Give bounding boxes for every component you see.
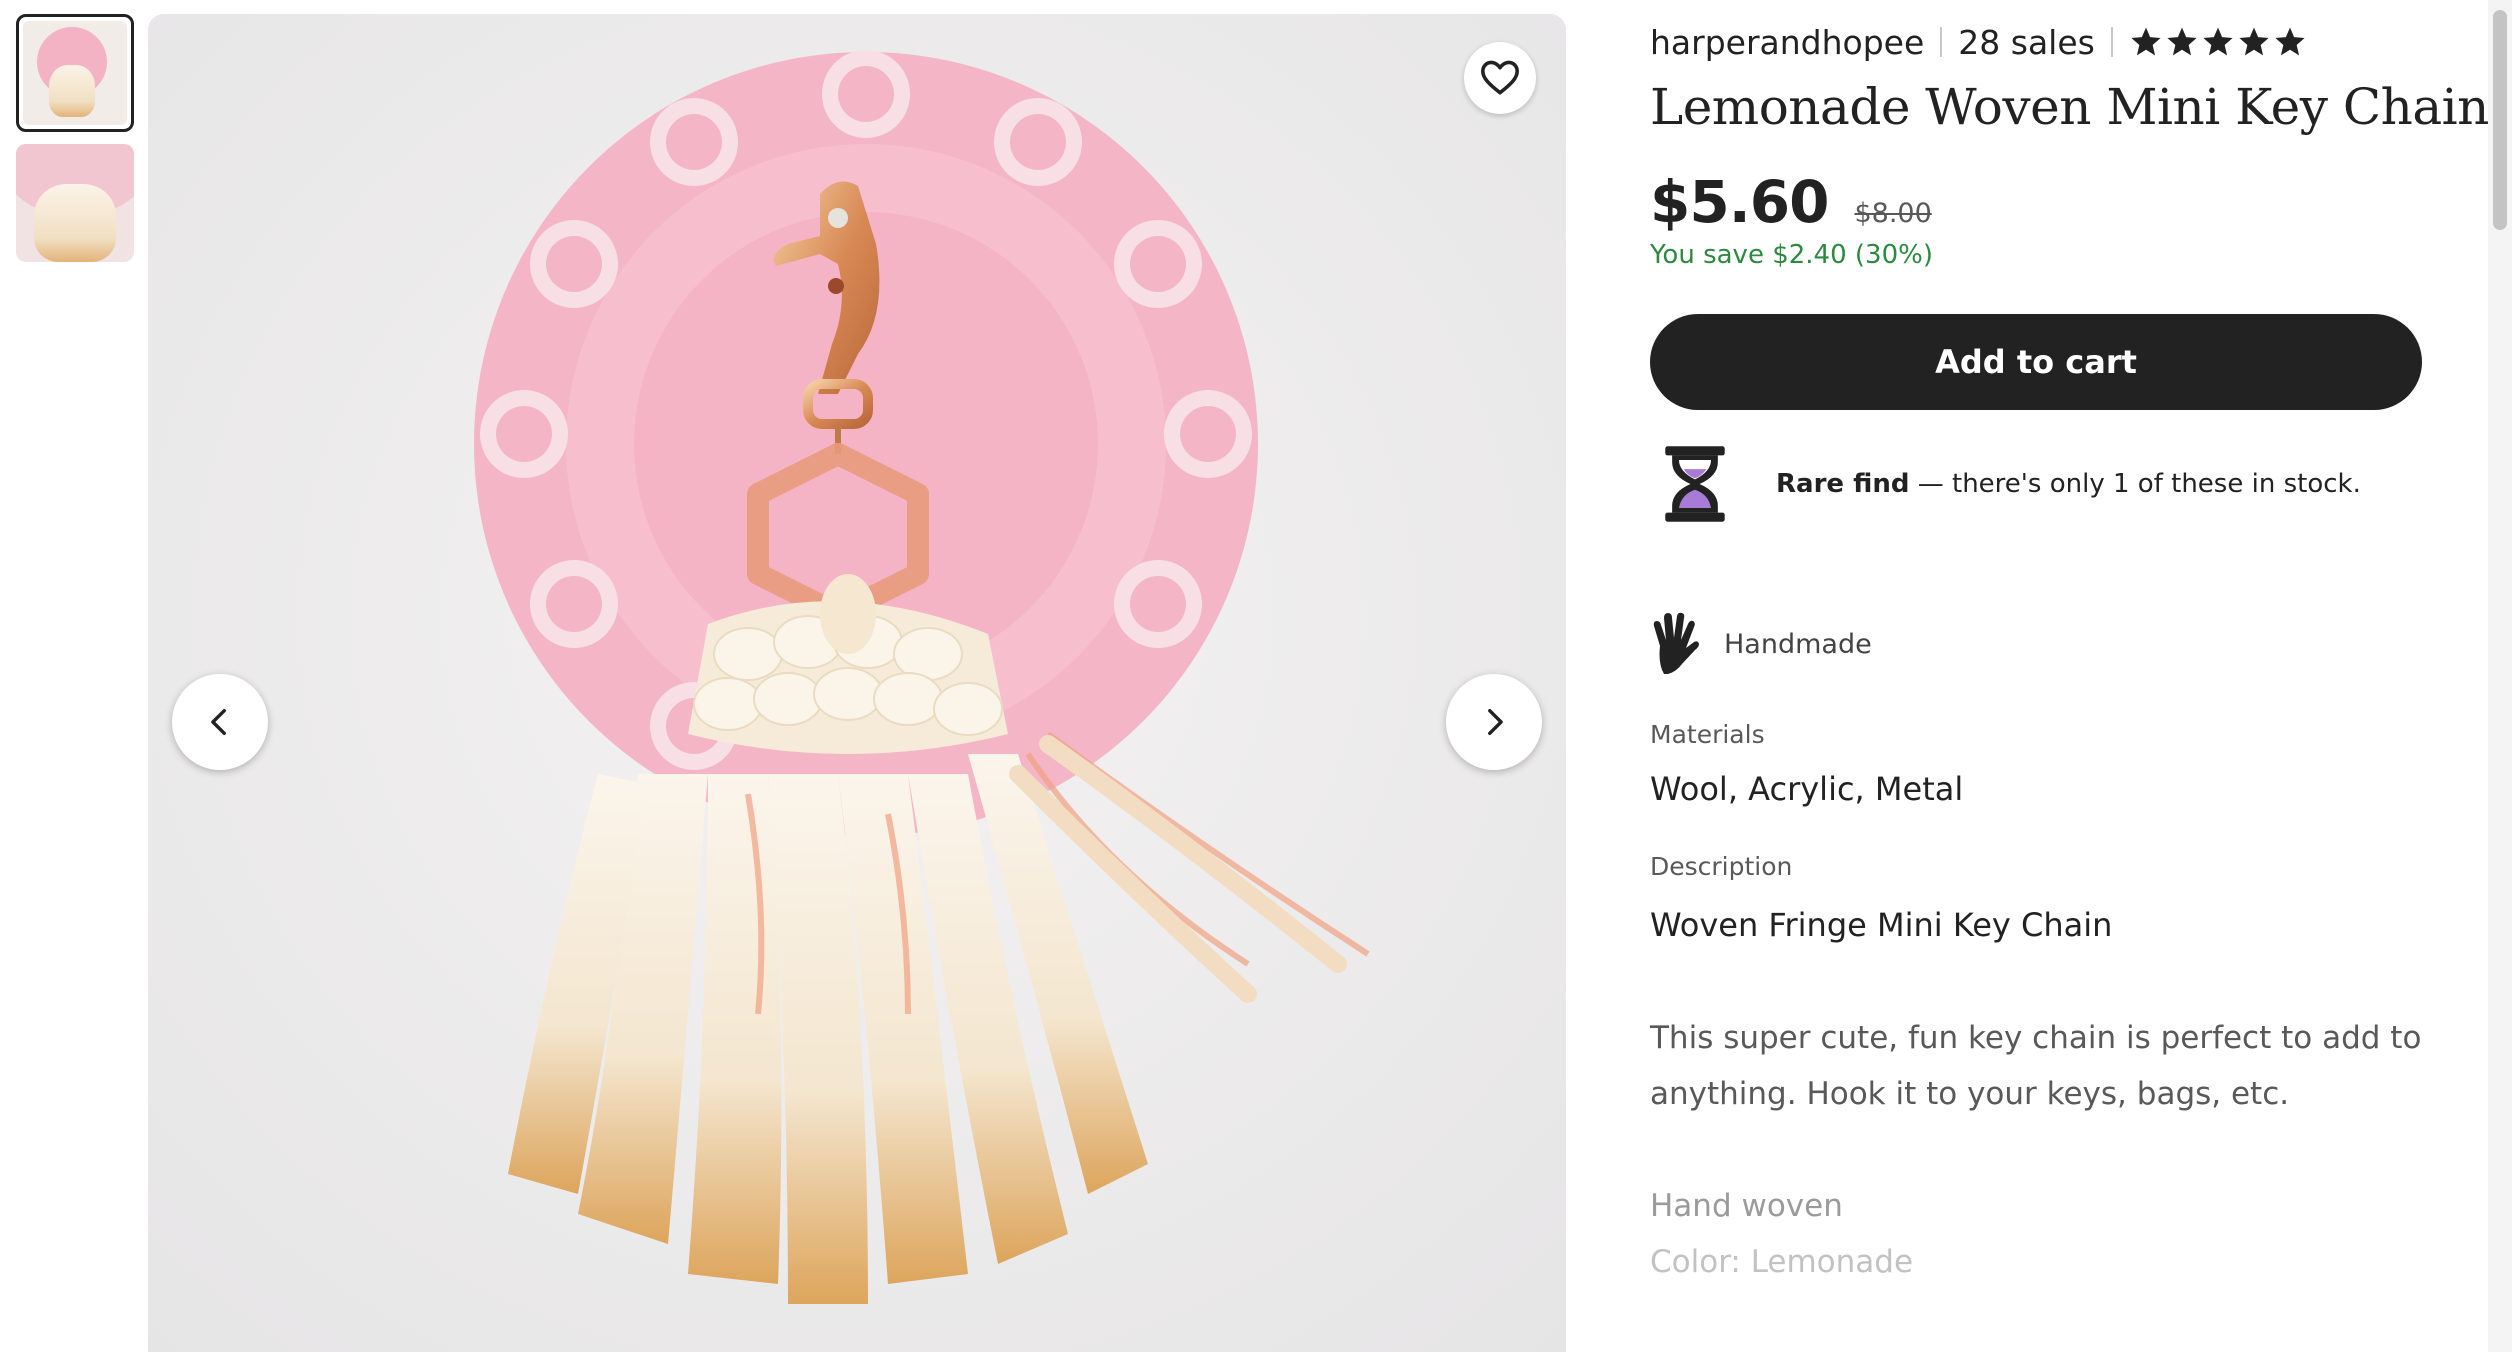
- star-icon: [2131, 27, 2161, 56]
- divider: [1940, 27, 1943, 57]
- rare-find-label: Rare find: [1776, 469, 1910, 499]
- description-line-hand-woven: Hand woven: [1650, 1188, 1843, 1224]
- thumbnail-image: [23, 21, 127, 125]
- divider: [2110, 27, 2113, 57]
- description-paragraph: This super cute, fun key chain is perfec…: [1650, 1020, 2422, 1112]
- product-photo: [148, 14, 1566, 1352]
- savings-text: You save $2.40 (30%): [1650, 240, 1933, 270]
- chevron-left-icon: [211, 708, 226, 736]
- stock-notice-text: Rare find — there's only 1 of these in s…: [1776, 469, 2361, 499]
- sale-price: $5.60: [1650, 168, 1829, 236]
- previous-image-button[interactable]: [172, 674, 268, 770]
- stock-notice: Rare find — there's only 1 of these in s…: [1650, 444, 2361, 524]
- shop-info: harperandhopee 28 sales: [1650, 20, 2307, 64]
- listing-title: Lemonade Woven Mini Key Chain: [1650, 78, 2489, 136]
- thumbnail-image: [16, 144, 134, 262]
- page-scrollbar[interactable]: [2488, 0, 2512, 1352]
- hand-icon: [1653, 612, 1699, 674]
- main-product-image: [148, 14, 1566, 1352]
- price-row: $5.60 $8.00: [1650, 168, 1932, 236]
- thumbnail-2[interactable]: [16, 144, 134, 262]
- thumbnail-1[interactable]: [16, 14, 134, 132]
- star-icon: [2203, 27, 2233, 56]
- hourglass-icon: [1665, 446, 1725, 522]
- scrollbar-thumb[interactable]: [2493, 10, 2507, 230]
- shop-name-link[interactable]: harperandhopee: [1650, 23, 1924, 62]
- listing-page: harperandhopee 28 sales Lemonade Woven M…: [0, 0, 2512, 1352]
- add-to-cart-button[interactable]: Add to cart: [1650, 314, 2422, 410]
- chevron-right-icon: [1488, 708, 1503, 736]
- description-label: Description: [1650, 852, 1793, 881]
- materials-value: Wool, Acrylic, Metal: [1650, 770, 1964, 808]
- next-image-button[interactable]: [1446, 674, 1542, 770]
- thumbnail-list: [16, 14, 138, 274]
- sales-count: 28 sales: [1958, 22, 2095, 62]
- materials-label: Materials: [1650, 720, 1765, 749]
- heart-icon: [1481, 60, 1519, 95]
- description-line-color: Color: Lemonade: [1650, 1244, 1914, 1280]
- handmade-label: Handmade: [1724, 628, 1872, 660]
- handmade-highlight: Handmade: [1650, 612, 1872, 676]
- star-icon: [2167, 27, 2197, 56]
- stock-notice-detail: — there's only 1 of these in stock.: [1909, 469, 2361, 499]
- star-icon: [2239, 27, 2269, 56]
- favorite-button[interactable]: [1464, 42, 1536, 114]
- description-heading: Woven Fringe Mini Key Chain: [1650, 906, 2113, 944]
- star-icon: [2275, 27, 2305, 56]
- rating-stars[interactable]: [2129, 25, 2307, 59]
- original-price: $8.00: [1854, 198, 1932, 229]
